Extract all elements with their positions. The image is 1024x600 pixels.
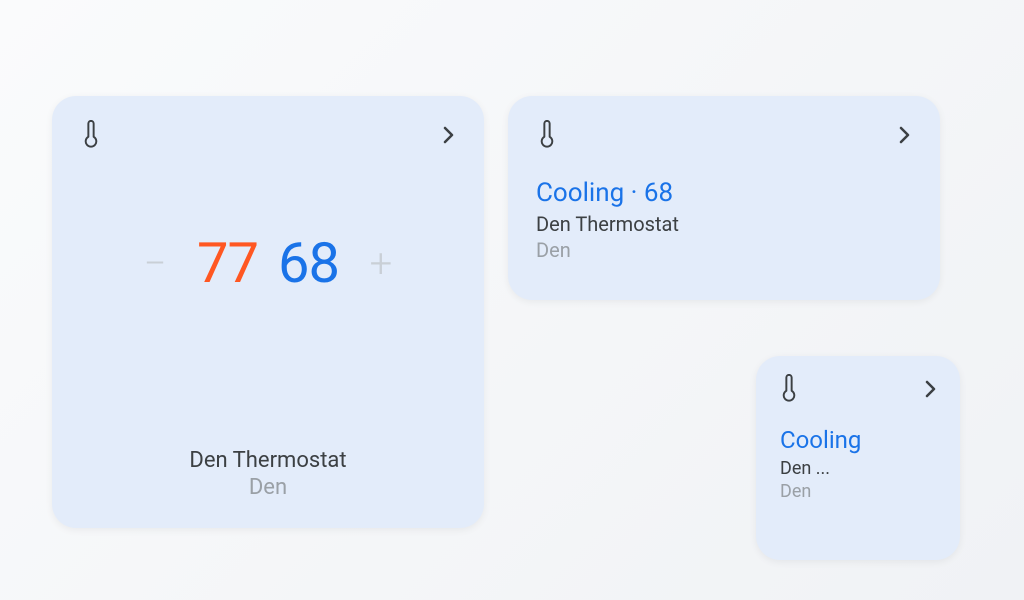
thermometer-icon	[80, 120, 102, 154]
room-name: Den	[536, 238, 912, 262]
room-name: Den	[780, 481, 940, 502]
thermometer-icon	[536, 120, 558, 154]
increase-button[interactable]: +	[359, 240, 403, 287]
card-header	[52, 96, 484, 154]
room-name: Den	[52, 475, 484, 500]
device-name: Den Thermostat	[52, 448, 484, 473]
device-name: Den Thermostat	[536, 212, 912, 236]
card-header	[508, 96, 940, 154]
chevron-right-icon[interactable]	[892, 123, 916, 151]
status-line: Cooling · 68	[536, 178, 912, 208]
card-header	[756, 356, 960, 408]
chevron-right-icon[interactable]	[918, 377, 942, 405]
card-body: Cooling · 68 Den Thermostat Den	[508, 154, 940, 262]
chevron-right-icon[interactable]	[436, 123, 460, 151]
heat-setpoint: 77	[197, 230, 258, 296]
card-body: Cooling Den ... Den	[756, 408, 960, 502]
decrease-button[interactable]: −	[133, 240, 177, 287]
thermometer-icon	[778, 374, 800, 408]
device-name: Den ...	[780, 458, 940, 479]
cool-setpoint: 68	[278, 230, 339, 296]
card-footer: Den Thermostat Den	[52, 448, 484, 500]
thermostat-card-small[interactable]: Cooling Den ... Den	[756, 356, 960, 560]
status-line: Cooling	[780, 426, 940, 454]
temperature-controls: − 77 68 +	[52, 230, 484, 296]
thermostat-card-large[interactable]: − 77 68 + Den Thermostat Den	[52, 96, 484, 528]
thermostat-card-medium[interactable]: Cooling · 68 Den Thermostat Den	[508, 96, 940, 300]
